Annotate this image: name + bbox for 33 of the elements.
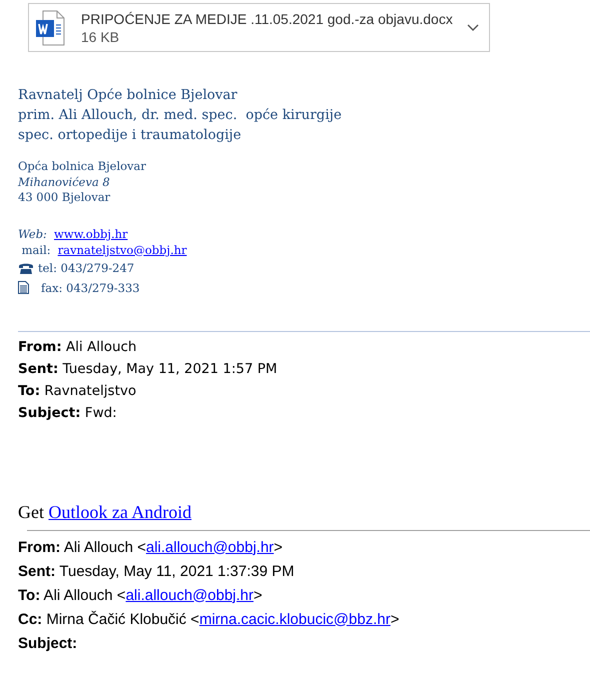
contact-label: tel: 043/279-247: [38, 260, 134, 276]
word-file-icon: [35, 10, 65, 46]
email-link[interactable]: ali.allouch@obbj.hr: [146, 538, 274, 556]
contact-link[interactable]: ravnateljstvo@obbj.hr: [58, 242, 187, 258]
promo-link[interactable]: Outlook za Android: [48, 502, 192, 522]
chevron-down-icon[interactable]: [467, 24, 479, 32]
header-field: From: Ali Allouch <ali.allouch@obbj.hr>: [18, 536, 590, 560]
email-link[interactable]: ali.allouch@obbj.hr: [126, 586, 254, 604]
signature-line: spec. ortopedije i traumatologije: [18, 126, 242, 145]
address-line: Mihanovićeva 8: [18, 174, 111, 190]
contact-link[interactable]: www.obbj.hr: [54, 226, 128, 242]
address-line: Opća bolnica Bjelovar: [18, 159, 148, 174]
header-field: To: Ravnateljstvo: [18, 380, 590, 402]
header-field: From: Ali Allouch: [18, 336, 590, 358]
signature-line: prim. Ali Allouch, dr. med. spec. opće kirurgije: [18, 106, 343, 125]
document-icon: [18, 281, 29, 294]
header-field: Cc: Mirna Čačić Klobučić <mirna.cacic.klobucic@bbz.hr>: [18, 608, 590, 632]
header-field: Sent: Tuesday, May 11, 2021 1:37:39 PM: [18, 560, 590, 584]
telephone-icon: [18, 262, 34, 274]
signature-line: Ravnatelj Opće bolnice Bjelovar: [18, 86, 238, 105]
attachment-card[interactable]: PRIPOĆENJE ZA MEDIJE .11.05.2021 god.-za objavu.docx 16 KB: [28, 3, 490, 52]
promo-text: Get: [18, 502, 45, 522]
address-line: 43 000 Bjelovar: [18, 190, 112, 206]
contact-label: Web:: [18, 226, 48, 242]
file-name: PRIPOĆENJE ZA MEDIJE .11.05.2021 god.-za objavu.docx: [81, 10, 454, 28]
header-field: Sent: Tuesday, May 11, 2021 1:57 PM: [18, 358, 590, 380]
header-field: Subject: Fwd:: [18, 402, 590, 424]
email-link[interactable]: mirna.cacic.klobucic@bbz.hr: [199, 610, 390, 628]
file-size: 16 KB: [81, 28, 120, 46]
contact-label: mail:: [20, 242, 52, 258]
header-field: To: Ali Allouch <ali.allouch@obbj.hr>: [18, 584, 590, 608]
header-field: Subject:: [18, 632, 590, 656]
contact-label: fax: 043/279-333: [41, 280, 140, 296]
